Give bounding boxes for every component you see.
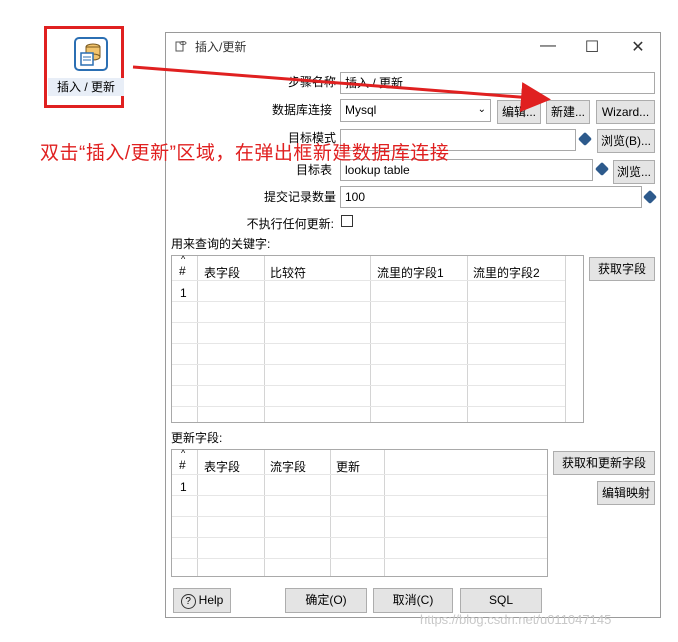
annotation-text: 双击“插入/更新”区域，在弹出框新建数据库连接 [40,143,450,164]
watermark: https://blog.csdn.net/u011047145 [420,612,612,627]
annotation-arrow [132,65,551,113]
